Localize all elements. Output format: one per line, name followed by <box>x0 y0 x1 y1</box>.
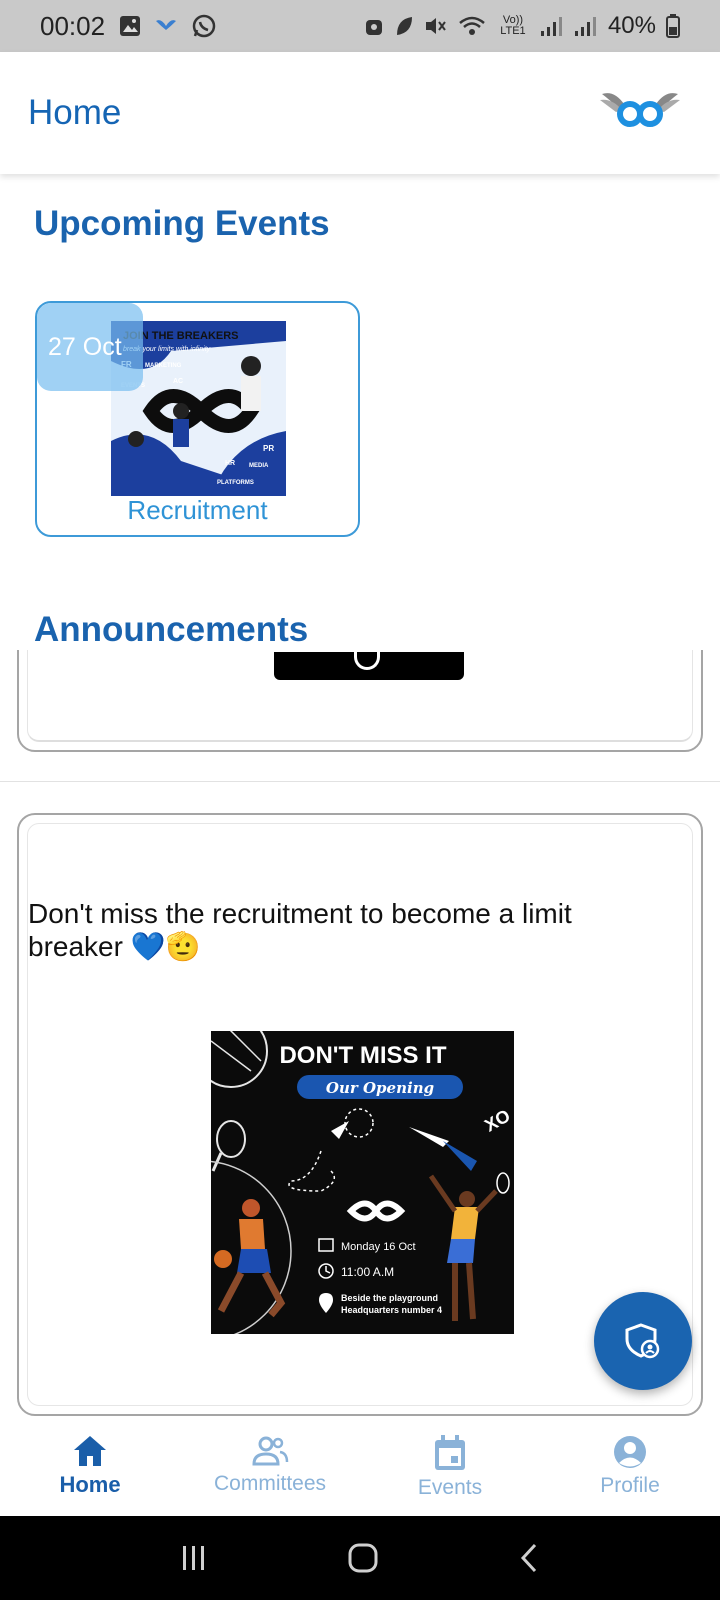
home-button-icon[interactable] <box>347 1542 379 1574</box>
poster-label: AC <box>173 378 183 385</box>
wifi-icon <box>458 15 486 37</box>
nav-label: Events <box>417 1476 483 1499</box>
divider <box>0 781 720 782</box>
poster-label: PLATFORMS <box>217 480 254 486</box>
event-date-badge: 27 Oct <box>37 303 143 391</box>
alarm-icon <box>364 15 384 37</box>
nav-item-committees[interactable]: Committees <box>180 1422 360 1516</box>
nav-item-profile[interactable]: Profile <box>540 1422 720 1516</box>
network-label: Vo)) LTE1 <box>500 14 526 37</box>
nav-item-home[interactable]: Home <box>0 1422 180 1516</box>
nav-label: Profile <box>600 1474 660 1497</box>
flyer-date: Monday 16 Oct <box>341 1241 416 1253</box>
battery-percent: 40% <box>607 12 656 39</box>
nav-item-events[interactable]: Events <box>360 1422 540 1516</box>
whatsapp-icon <box>191 13 217 39</box>
app-notification-icon <box>155 18 177 34</box>
shield-user-icon <box>625 1323 660 1359</box>
infinity-wings-logo-icon <box>598 86 682 141</box>
app-bar: Home <box>0 52 720 174</box>
gallery-icon <box>119 15 141 37</box>
system-navigation-bar <box>0 1516 720 1600</box>
flyer-subheadline: Our Opening <box>326 1079 434 1097</box>
nav-label: Home <box>59 1472 121 1497</box>
flyer-location-line-2: Headquarters number 4 <box>341 1305 442 1315</box>
admin-fab-button[interactable] <box>594 1292 692 1390</box>
bottom-navigation: Home Committees Events Profile <box>0 1422 720 1516</box>
event-name: Recruitment <box>127 495 268 525</box>
people-icon <box>252 1436 289 1466</box>
flyer-location-line-1: Beside the playground <box>341 1293 438 1303</box>
event-card[interactable]: JOIN THE BREAKERS break your limits with… <box>35 301 360 537</box>
announcement-card-previous[interactable] <box>17 650 703 752</box>
status-bar: 00:02 Vo)) LTE1 40% <box>0 0 720 52</box>
announcement-card-inner <box>27 650 693 742</box>
announcements-heading: Announcements <box>34 610 309 649</box>
status-time: 00:02 <box>40 10 106 41</box>
leaf-icon <box>394 15 414 37</box>
recent-apps-icon[interactable] <box>179 1543 209 1573</box>
flyer-time: 11:00 A.M <box>341 1265 394 1279</box>
announcement-media <box>274 650 464 680</box>
poster-label: PR <box>263 444 274 453</box>
signal-icon-1 <box>540 15 564 37</box>
page-title: Home <box>28 93 122 132</box>
announcement-flyer-image: DON'T MISS IT Our Opening XO Monday 16 O… <box>211 1031 514 1334</box>
poster-label: HR <box>225 460 235 467</box>
poster-label: MEDIA <box>249 463 269 469</box>
media-circle-icon <box>354 650 380 670</box>
calendar-icon <box>435 1435 465 1470</box>
flyer-headline: DON'T MISS IT <box>279 1042 446 1069</box>
announcement-text: Don't miss the recruitment to become a l… <box>28 898 572 962</box>
signal-icon-2 <box>574 15 598 37</box>
battery-icon <box>666 14 680 38</box>
upcoming-events-heading: Upcoming Events <box>34 204 330 243</box>
home-icon <box>74 1436 106 1466</box>
back-icon[interactable] <box>517 1542 541 1574</box>
poster-label: MARKETING <box>145 363 182 369</box>
profile-icon <box>614 1436 646 1468</box>
nav-label: Committees <box>213 1472 327 1495</box>
mute-icon <box>424 15 448 37</box>
